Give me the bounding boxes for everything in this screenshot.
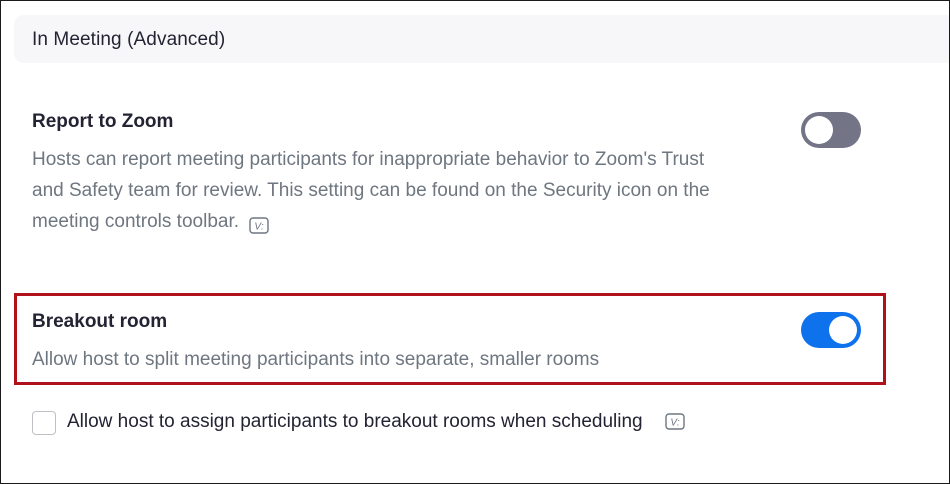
section-title: In Meeting (Advanced) [32, 29, 226, 50]
svg-text:V:: V: [670, 418, 679, 429]
breakout-room-title: Breakout room [32, 311, 168, 332]
settings-panel: In Meeting (Advanced) Report to Zoom Hos… [0, 0, 950, 484]
report-to-zoom-desc-line-2: and Safety team for review. This setting… [32, 180, 710, 201]
toggle-knob [805, 116, 833, 144]
report-to-zoom-toggle[interactable] [801, 112, 861, 148]
section-header: In Meeting (Advanced) [14, 15, 949, 63]
version-icon[interactable]: V: [249, 213, 269, 235]
report-to-zoom-title: Report to Zoom [32, 111, 174, 132]
report-to-zoom-desc-line-3-text: meeting controls toolbar. [32, 211, 240, 232]
version-icon[interactable]: V: [664, 413, 685, 431]
assign-participants-label[interactable]: Allow host to assign participants to bre… [67, 411, 685, 433]
breakout-room-description: Allow host to split meeting participants… [32, 349, 600, 370]
assign-participants-checkbox[interactable] [32, 411, 56, 435]
report-to-zoom-description: Hosts can report meeting participants fo… [32, 144, 792, 237]
report-to-zoom-desc-line-1: Hosts can report meeting participants fo… [32, 149, 705, 170]
breakout-room-toggle[interactable] [801, 312, 861, 348]
svg-text:V:: V: [254, 222, 263, 233]
assign-participants-label-text: Allow host to assign participants to bre… [67, 411, 643, 432]
report-to-zoom-desc-line-3: meeting controls toolbar. V: [32, 206, 792, 237]
toggle-knob [829, 316, 857, 344]
